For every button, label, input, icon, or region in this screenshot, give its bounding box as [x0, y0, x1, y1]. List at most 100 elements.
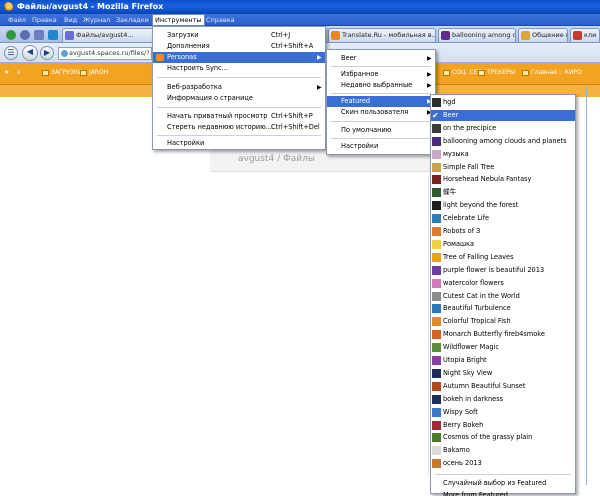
menu-item-custom-skin[interactable]: Скин пользователя ▶ — [327, 107, 435, 118]
menu-item-webdev[interactable]: Веб-разработка ▶ — [153, 82, 325, 93]
menu-bookmarks[interactable]: Закладки — [114, 15, 151, 25]
tab-files[interactable]: Файлы/avgust4... — [62, 28, 154, 42]
menu-item-downloads[interactable]: Загрузки Ctrl+J — [153, 30, 325, 41]
featured-persona-item[interactable]: Ромашка — [431, 239, 575, 250]
featured-persona-item[interactable]: осень 2013 — [431, 458, 575, 469]
menu-tools[interactable]: Инструменты — [152, 14, 205, 26]
menu-item-recent[interactable]: Недавно выбранные ▶ — [327, 80, 435, 91]
featured-persona-item[interactable]: Cutest Cat in the World — [431, 291, 575, 302]
featured-persona-item[interactable]: Robots of 3 — [431, 226, 575, 237]
featured-persona-item[interactable]: Simple Fall Tree — [431, 162, 575, 173]
tab-translate[interactable]: Translate.Ru - мобильная в... — [328, 28, 436, 42]
persona-label: Berry Bokeh — [443, 420, 484, 429]
window-title: Файлы/avgust4 - Mozilla Firefox — [17, 2, 164, 11]
menu-file[interactable]: Файл — [6, 15, 28, 25]
submenu-arrow-icon: ▶ — [427, 71, 432, 78]
featured-persona-item[interactable]: Colorful Tropical Fish — [431, 316, 575, 327]
bookmark-folder[interactable]: ЗАГРУЗКИ — [42, 69, 82, 79]
menu-separator — [435, 474, 571, 476]
bookmark-link[interactable]: Главная :: КИРО — [522, 69, 582, 79]
persona-thumbnail-icon — [432, 252, 441, 262]
featured-persona-item[interactable]: ✔ Beer — [431, 109, 575, 121]
persona-label: осень 2013 — [443, 459, 482, 468]
url-bar[interactable]: avgust4.spaces.ru/files/?... — [58, 47, 152, 60]
submenu-arrow-icon: ▶ — [427, 55, 432, 62]
menu-view[interactable]: Вид — [62, 15, 79, 25]
menu-item-persona-settings[interactable]: Настройки — [327, 141, 435, 152]
featured-persona-item[interactable]: музыка — [431, 149, 575, 160]
scrollbar[interactable] — [586, 85, 587, 485]
site-icon — [573, 31, 582, 40]
folder-icon — [42, 70, 49, 76]
menu-item-personas[interactable]: Personas ▶ — [153, 52, 325, 63]
menu-item-featured[interactable]: Featured ▶ — [327, 96, 435, 107]
menu-history[interactable]: Журнал — [81, 15, 112, 25]
persona-thumbnail-icon — [432, 330, 441, 340]
featured-persona-item[interactable]: Tree of Falling Leaves — [431, 252, 575, 263]
menu-item-favorites[interactable]: Избранное ▶ — [327, 69, 435, 80]
site-icon[interactable] — [20, 30, 30, 40]
download-arrow-icon[interactable]: ⇓ — [16, 69, 21, 79]
persona-label: Beer — [443, 110, 459, 119]
persona-thumbnail-icon — [432, 123, 441, 133]
bookmark-folder[interactable]: JAROH — [80, 69, 108, 79]
forward-button[interactable]: ▶ — [40, 46, 54, 60]
back-button[interactable]: ◀ — [22, 45, 38, 61]
tab-community[interactable]: Общение и коммуникация ... — [518, 28, 568, 42]
menu-item-beer[interactable]: Beer ▶ — [327, 53, 435, 64]
featured-persona-item[interactable]: Wispy Soft — [431, 407, 575, 418]
featured-persona-item[interactable]: ballooning among clouds and planets — [431, 136, 575, 147]
menu-help[interactable]: Справка — [204, 15, 237, 25]
featured-persona-item[interactable]: on the precipice — [431, 123, 575, 134]
menu-item-default[interactable]: По умолчанию — [327, 125, 435, 136]
bookmark-icon[interactable]: ★ — [4, 69, 9, 79]
persona-thumbnail-icon — [432, 368, 441, 378]
menu-item-random-featured[interactable]: Случайный выбор из Featured — [431, 478, 575, 489]
persona-thumbnail-icon — [432, 239, 441, 249]
featured-persona-item[interactable]: Cosmos of the grassy plain — [431, 432, 575, 443]
site-icon[interactable] — [48, 30, 58, 40]
tab-label: Файлы/avgust4... — [76, 31, 134, 39]
menu-item-private-browsing[interactable]: Начать приватный просмотр Ctrl+Shift+P — [153, 111, 325, 122]
site-icon[interactable] — [6, 30, 16, 40]
menu-item-settings[interactable]: Настройки — [153, 138, 325, 149]
featured-persona-item[interactable]: Beautiful Turbulence — [431, 303, 575, 314]
menu-item-sync[interactable]: Настроить Sync... — [153, 63, 325, 74]
featured-persona-item[interactable]: Autumn Beautiful Sunset — [431, 381, 575, 392]
persona-label: музыка — [443, 149, 469, 158]
featured-persona-item[interactable]: purple flower is beautiful 2013 — [431, 265, 575, 276]
menu-item-addons[interactable]: Дополнения Ctrl+Shift+A — [153, 41, 325, 52]
menu-icon[interactable]: ☰ — [4, 46, 18, 60]
featured-persona-item[interactable]: light beyond the forest — [431, 200, 575, 211]
tab-ballooning[interactable]: ballooning among clouds and ... — [438, 28, 516, 42]
featured-persona-item[interactable]: Berry Bokeh — [431, 420, 575, 431]
menu-edit[interactable]: Правка — [30, 15, 59, 25]
site-icon[interactable] — [34, 30, 44, 40]
bookmark-folder[interactable]: ТРЕКЕРЫ — [478, 69, 515, 79]
menu-item-page-info[interactable]: Информация о странице — [153, 93, 325, 104]
featured-persona-item[interactable]: Utopia Bright — [431, 355, 575, 366]
featured-persona-item[interactable]: bokeh in darkness — [431, 394, 575, 405]
featured-persona-item[interactable]: Night Sky View — [431, 368, 575, 379]
persona-label: Cutest Cat in the World — [443, 291, 520, 300]
persona-thumbnail-icon — [432, 420, 441, 430]
featured-persona-item[interactable]: Bakamo — [431, 445, 575, 456]
menu-separator — [331, 66, 431, 67]
featured-persona-item[interactable]: Monarch Butterfly fireb4smoke — [431, 329, 575, 340]
firefox-logo-icon — [3, 2, 13, 12]
tools-menu: Загрузки Ctrl+J Дополнения Ctrl+Shift+A … — [152, 26, 326, 150]
featured-persona-item[interactable]: Horsehead Nebula Fantasy — [431, 174, 575, 185]
featured-persona-item[interactable]: Celebrate Life — [431, 213, 575, 224]
persona-label: Beautiful Turbulence — [443, 304, 511, 313]
tab-partial[interactable]: кли — [570, 28, 600, 42]
featured-persona-item[interactable]: 蝶牛 — [431, 187, 575, 198]
featured-persona-item[interactable]: hgd — [431, 97, 575, 108]
persona-label: Wildflower Magic — [443, 343, 500, 352]
featured-persona-item[interactable]: Wildflower Magic — [431, 342, 575, 353]
persona-thumbnail-icon — [432, 162, 441, 172]
persona-label: Simple Fall Tree — [443, 162, 495, 171]
menu-separator — [157, 77, 321, 78]
menu-item-more-featured[interactable]: More from Featured... — [431, 490, 575, 496]
featured-persona-item[interactable]: watercolor flowers — [431, 278, 575, 289]
menu-item-clear-history[interactable]: Стереть недавнюю историю... Ctrl+Shift+D… — [153, 122, 325, 133]
